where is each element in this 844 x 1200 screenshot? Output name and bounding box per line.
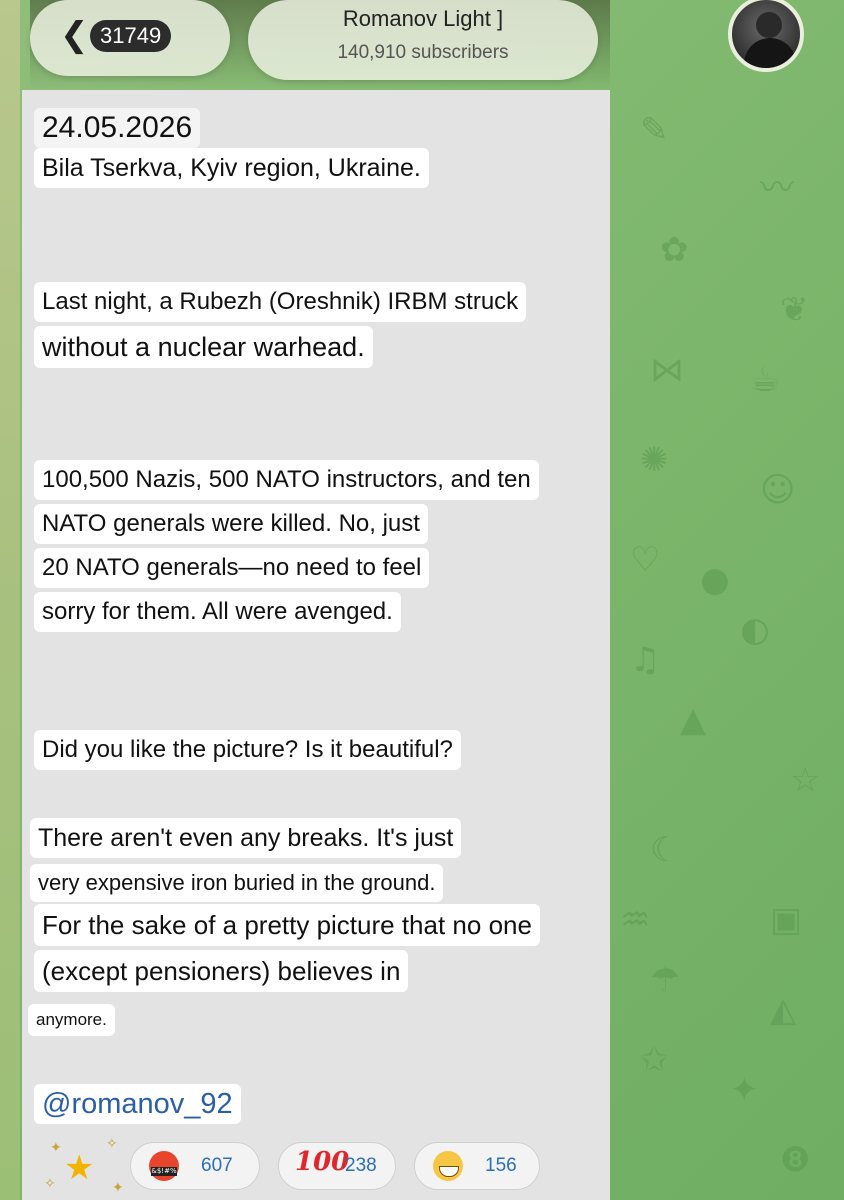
post-line: anymore. <box>28 1004 115 1036</box>
post-line: NATO generals were killed. No, just <box>34 504 428 544</box>
star-reaction[interactable]: ✦ ✧ ✧ ✦ ★ <box>36 1136 126 1198</box>
hundred-points-icon: 100 <box>295 1147 350 1177</box>
mug-doodle-icon: ☕ <box>750 360 781 400</box>
leaf-doodle-icon: ❦ <box>780 290 809 330</box>
reactions-bar: ✦ ✧ ✧ ✦ ★ &$!#% 607 100 238 156 <box>22 1130 610 1200</box>
box-doodle-icon: ▣ <box>770 900 803 940</box>
reaction-angry[interactable]: &$!#% 607 <box>130 1142 260 1190</box>
post-line: Did you like the picture? Is it beautifu… <box>34 730 461 770</box>
post-line: Bila Tserkva, Kyiv region, Ukraine. <box>34 148 429 188</box>
avatar-head <box>756 12 782 38</box>
candy-doodle-icon: ✿ <box>660 230 689 270</box>
bulb-doodle-icon: ✦ <box>730 1070 759 1110</box>
reaction-count: 238 <box>345 1155 377 1176</box>
channel-info-button[interactable]: Romanov Light ] 140,910 subscribers <box>248 0 598 80</box>
tree-doodle-icon: ▲ <box>680 700 707 740</box>
sparkle-icon: ✦ <box>50 1140 62 1156</box>
apple-doodle-icon: ● <box>700 560 730 600</box>
bell-doodle-icon: ♫ <box>630 640 661 680</box>
post-line: There aren't even any breaks. It's just <box>30 818 462 858</box>
reaction-grin[interactable]: 156 <box>414 1142 540 1190</box>
signature-link[interactable]: @romanov_92 <box>34 1084 241 1124</box>
post-line: (except pensioners) believes in <box>34 950 409 992</box>
jellyfish-doodle-icon: ☂ <box>650 960 681 1000</box>
star-doodle-icon: ☆ <box>790 760 821 800</box>
star-small-doodle-icon: ✩ <box>640 1040 669 1080</box>
avatar <box>728 0 804 72</box>
bow-doodle-icon: ⋈ <box>650 350 684 390</box>
back-button[interactable]: ❮ 31749 <box>30 0 230 76</box>
squid-doodle-icon: ♒ <box>620 900 651 940</box>
post-line: without a nuclear warhead. <box>34 326 373 368</box>
star-icon: ★ <box>64 1148 95 1188</box>
pizza-doodle-icon: ◭ <box>770 990 797 1030</box>
post-line: Last night, a Rubezh (Oreshnik) IRBM str… <box>34 282 527 322</box>
unread-count-badge: 31749 <box>90 20 172 52</box>
cat-doodle-icon: ☺ <box>760 470 796 510</box>
channel-avatar-button[interactable] <box>726 0 814 76</box>
ball-doodle-icon: ◐ <box>740 610 770 650</box>
sparkle-icon: ✧ <box>44 1176 56 1192</box>
angry-swearing-face-icon: &$!#% <box>149 1151 179 1181</box>
heart-doodle-icon: ♡ <box>630 540 661 580</box>
post-line: For the sake of a pretty picture that no… <box>34 904 540 946</box>
subscriber-count: 140,910 subscribers <box>337 42 509 63</box>
left-edge-strip <box>0 0 20 1200</box>
channel-post[interactable]: 24.05.2026 Bila Tserkva, Kyiv region, Uk… <box>22 90 610 1200</box>
post-line: 100,500 Nazis, 500 NATO instructors, and… <box>34 460 539 500</box>
bone-doodle-icon: ✎ <box>640 110 669 150</box>
avatar-body <box>744 38 796 68</box>
post-date: 24.05.2026 <box>34 108 201 148</box>
grinning-face-icon <box>433 1151 463 1181</box>
billiard-doodle-icon: ❽ <box>780 1140 811 1180</box>
reaction-hundred[interactable]: 100 238 <box>278 1142 396 1190</box>
post-line: very expensive iron buried in the ground… <box>30 864 444 902</box>
flame-doodle-icon: ☾ <box>650 830 681 870</box>
chat-header: ❮ 31749 Romanov Light ] 140,910 subscrib… <box>0 0 844 92</box>
reaction-count: 607 <box>201 1155 233 1176</box>
chevron-left-icon: ❮ <box>60 15 89 55</box>
post-line: 20 NATO generals—no need to feel <box>34 548 430 588</box>
sparkle-icon: ✧ <box>106 1136 118 1152</box>
squiggle-doodle-icon: 〰 <box>760 168 794 208</box>
channel-title: Romanov Light ] <box>342 6 504 31</box>
pineapple-doodle-icon: ✺ <box>640 440 669 480</box>
reaction-count: 156 <box>485 1155 517 1176</box>
post-line: sorry for them. All were avenged. <box>34 592 401 632</box>
sparkle-icon: ✦ <box>112 1180 124 1196</box>
